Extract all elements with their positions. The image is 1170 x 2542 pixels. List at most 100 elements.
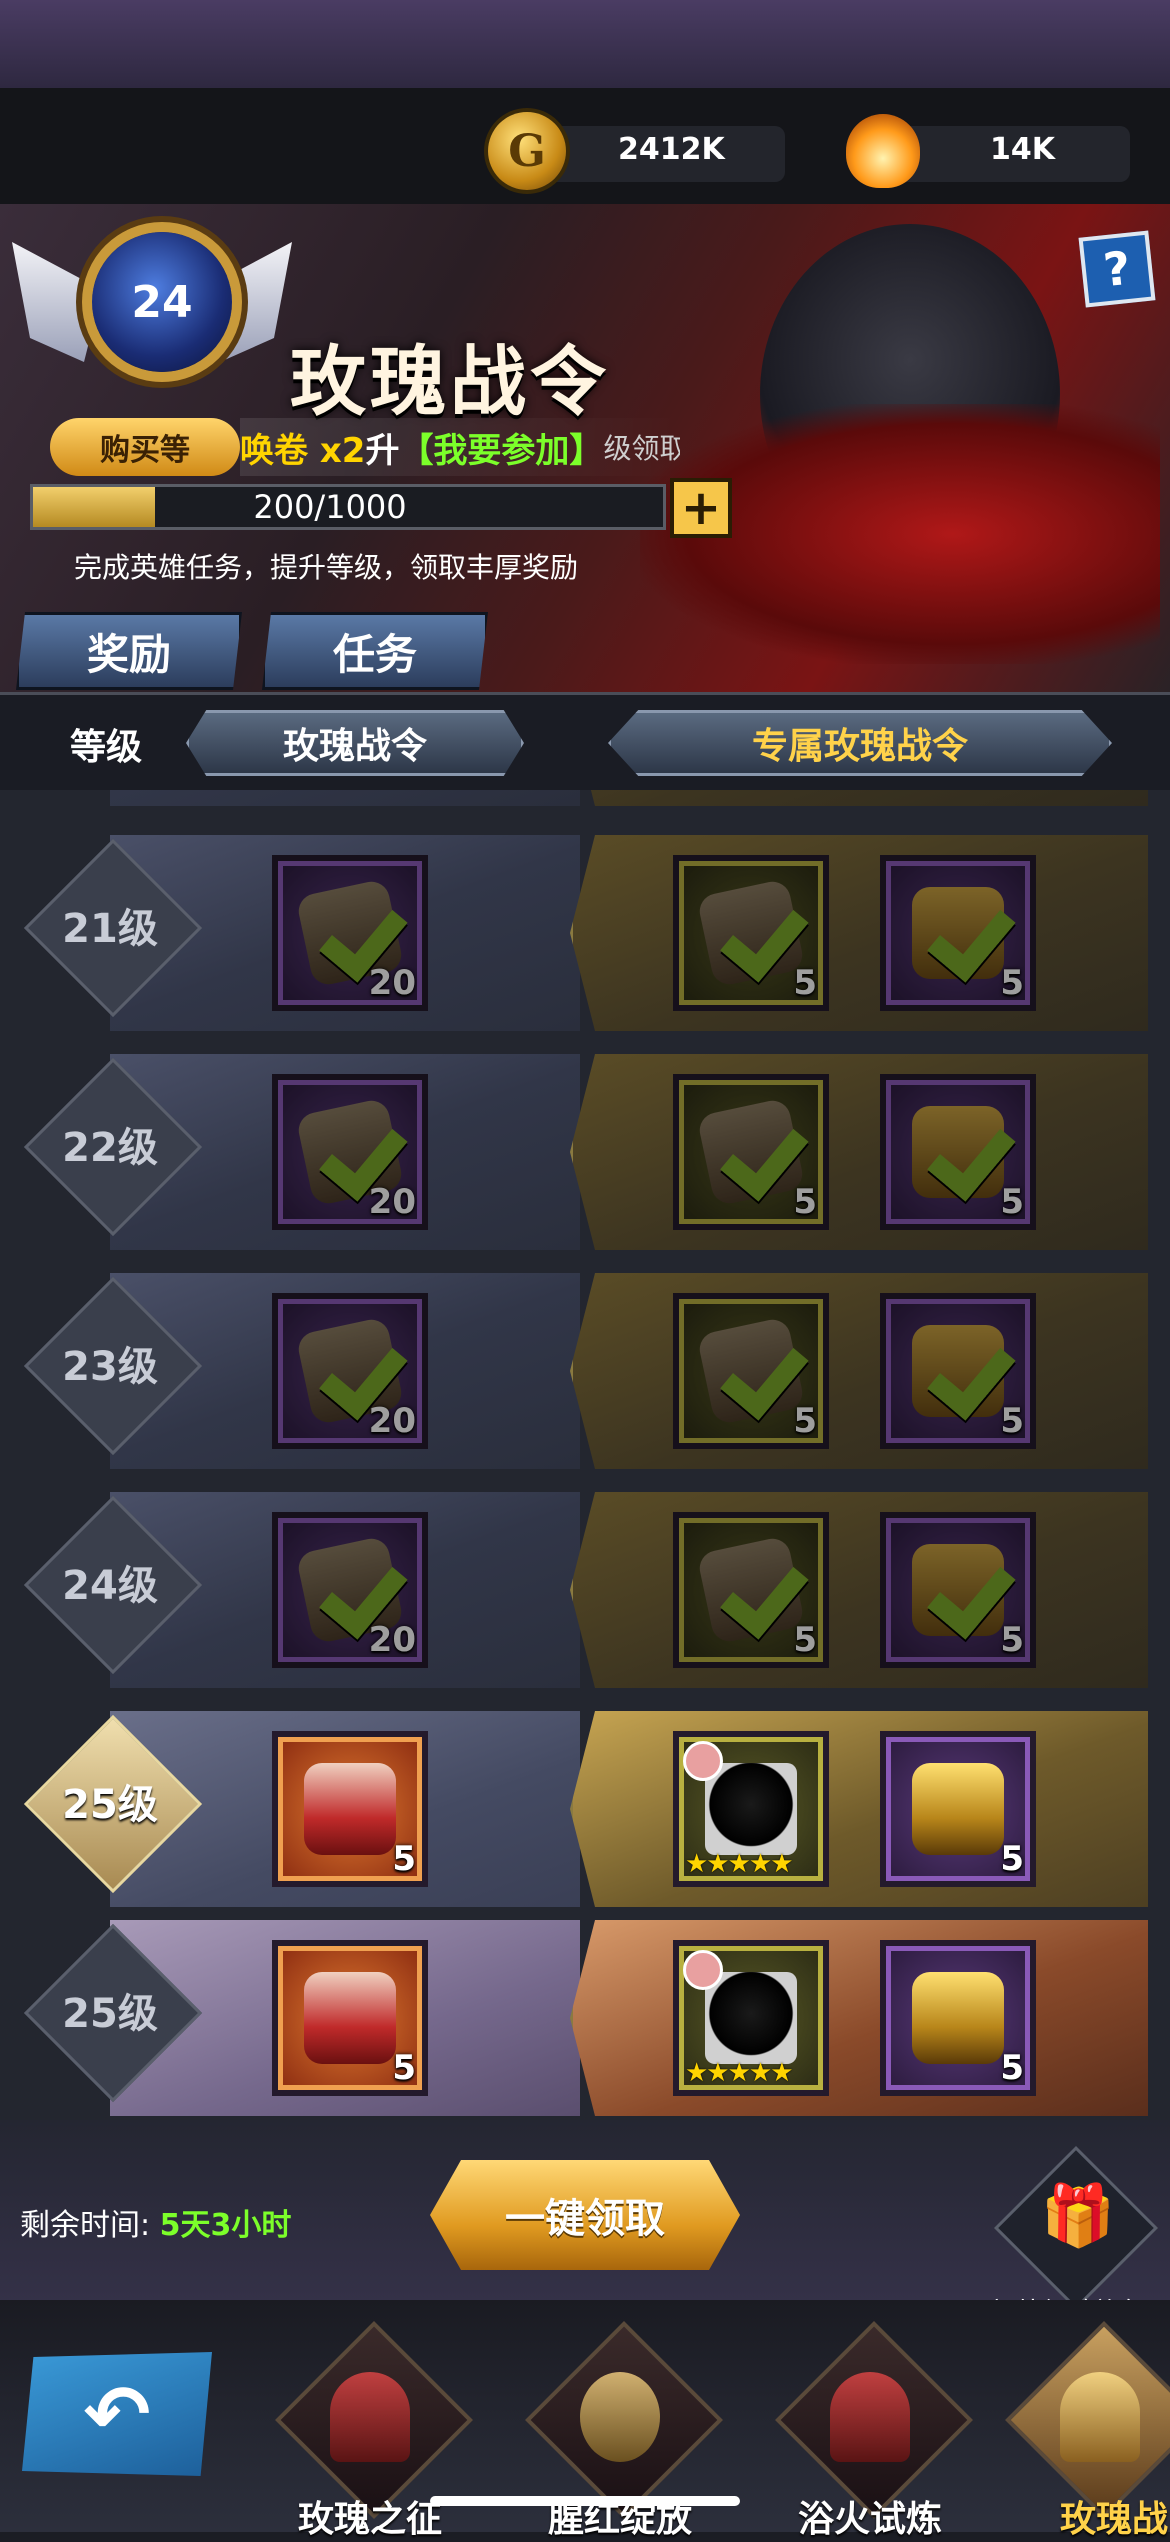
nav-fire-trial[interactable]: 浴火试炼 (770, 2321, 973, 2540)
time-value: 5天3小时 (159, 2208, 292, 2243)
check-icon (308, 1339, 398, 1399)
premium-column (570, 1711, 1148, 1907)
buy-level-button[interactable]: 购买等 (50, 418, 240, 476)
reward-premium-chest[interactable]: 5 (880, 1293, 1036, 1449)
hero-stars: ★★★★★ (685, 2058, 794, 2088)
table-row: 20 5 5 (110, 1273, 1148, 1469)
tab-tasks[interactable]: 任务 (262, 612, 488, 690)
tab-rewards[interactable]: 奖励 (16, 612, 242, 690)
page-title: 玫瑰战令 (290, 337, 610, 426)
check-icon (709, 1120, 799, 1180)
wing-left-icon (12, 242, 102, 362)
banner-description: 完成英雄任务，提升等级，领取丰厚奖励 (74, 551, 579, 584)
reward-free-hammer[interactable]: 20 (272, 1512, 428, 1668)
reward-qty: 20 (368, 963, 416, 1003)
reward-qty: 5 (392, 1839, 416, 1879)
energy-value: 14K (990, 132, 1055, 167)
reward-qty: 5 (1000, 1839, 1024, 1879)
reward-list[interactable]: 20 5 5 21级 20 5 5 22级 20 5 5 23级 20 5 5 … (0, 790, 1170, 2120)
reward-free-hammer[interactable]: 20 (272, 1074, 428, 1230)
reward-premium-hero[interactable]: ★★★★★ (673, 1731, 829, 1887)
gift-icon: 🎁 (1040, 2180, 1116, 2251)
check-icon (916, 1558, 1006, 1618)
premium-column (570, 835, 1148, 1031)
red-chest-icon (304, 1763, 396, 1855)
reward-qty: 5 (793, 1182, 817, 1222)
reward-premium-anvil[interactable]: 5 (673, 1293, 829, 1449)
hero-avatar-icon (705, 1763, 797, 1855)
reward-premium-chest[interactable]: 5 (880, 1074, 1036, 1230)
reward-qty: 5 (793, 963, 817, 1003)
check-icon (709, 901, 799, 961)
marquee-prefix: 唤卷 x2 (240, 430, 366, 471)
reward-premium-gold-chest[interactable]: 5 (880, 1940, 1036, 2096)
help-icon[interactable]: ? (1078, 230, 1156, 308)
check-icon (916, 901, 1006, 961)
level-label: 25级 (62, 1991, 158, 2037)
reward-qty: 5 (793, 1401, 817, 1441)
nav-rose-pass[interactable]: 玫瑰战 (1000, 2321, 1170, 2540)
check-icon (709, 1339, 799, 1399)
reward-qty: 5 (1000, 1401, 1024, 1441)
reward-free-red-chest[interactable]: 5 (272, 1940, 428, 2096)
red-chest-icon (304, 1972, 396, 2064)
reward-qty: 5 (1000, 963, 1024, 1003)
reward-premium-anvil[interactable]: 5 (673, 855, 829, 1011)
premium-column (570, 1492, 1148, 1688)
level-number: 24 (131, 276, 193, 328)
table-row: 5 ★★★★★ 5 (110, 1711, 1148, 1907)
level-badge-21: 21级 (23, 838, 203, 1018)
check-icon (308, 901, 398, 961)
level-label: 24级 (62, 1563, 158, 1609)
helmet-icon (580, 2372, 660, 2462)
reward-free-hammer[interactable]: 20 (272, 1293, 428, 1449)
level-badge-25-pinned: 25级 (23, 1923, 203, 2103)
table-row-pinned: 5 ★★★★★ 5 (110, 1920, 1148, 2116)
reward-qty: 5 (1000, 1182, 1024, 1222)
sword-icon (330, 2372, 410, 2462)
premium-column (570, 790, 1148, 806)
winged-sword-icon (1060, 2372, 1140, 2462)
reward-qty: 5 (793, 1620, 817, 1660)
level-badge: 24 (12, 212, 292, 412)
reward-premium-anvil[interactable]: 5 (673, 1512, 829, 1668)
check-icon (308, 1558, 398, 1618)
level-medal: 24 (92, 232, 232, 372)
reward-free-hammer[interactable]: 20 (272, 855, 428, 1011)
reward-premium-chest[interactable]: 5 (880, 855, 1036, 1011)
top-background (0, 0, 1170, 88)
marquee-join-link[interactable]: 【我要参加】 (399, 423, 603, 472)
table-row (110, 790, 1148, 806)
check-icon (709, 1558, 799, 1618)
hero-tag-icon (683, 1950, 723, 1990)
check-icon (916, 1339, 1006, 1399)
reward-premium-hero[interactable]: ★★★★★ (673, 1940, 829, 2096)
add-exp-button[interactable]: + (670, 478, 732, 538)
hero-stars: ★★★★★ (685, 1849, 794, 1879)
announcement-marquee: 唤卷 x2 升 【我要参加】 级领取罗丝 (240, 418, 680, 476)
reward-qty: 20 (368, 1182, 416, 1222)
level-label: 21级 (62, 906, 158, 952)
back-arrow-icon[interactable]: ↶ (22, 2352, 212, 2476)
nav-label: 浴火试炼 (797, 2499, 942, 2540)
premium-column (570, 1273, 1148, 1469)
table-row: 20 5 5 (110, 1492, 1148, 1688)
level-badge-22: 22级 (23, 1057, 203, 1237)
claim-all-button[interactable]: 一键领取 (430, 2160, 740, 2270)
reward-premium-gold-chest[interactable]: 5 (880, 1731, 1036, 1887)
table-row: 20 5 5 (110, 835, 1148, 1031)
flame-icon (846, 114, 920, 188)
reward-qty: 20 (368, 1620, 416, 1660)
marquee-suffix: 级领取罗丝 (603, 432, 680, 465)
level-badge-25: 25级 (23, 1714, 203, 1894)
gold-coin-icon: G (488, 112, 566, 190)
header-level: 等级 (70, 727, 143, 768)
level-badge-23: 23级 (23, 1276, 203, 1456)
hero-avatar-icon (705, 1972, 797, 2064)
reward-qty: 5 (1000, 1620, 1024, 1660)
reward-premium-chest[interactable]: 5 (880, 1512, 1036, 1668)
nav-label: 玫瑰战 (1060, 2499, 1169, 2540)
reward-qty: 20 (368, 1401, 416, 1441)
reward-free-red-chest[interactable]: 5 (272, 1731, 428, 1887)
reward-premium-anvil[interactable]: 5 (673, 1074, 829, 1230)
